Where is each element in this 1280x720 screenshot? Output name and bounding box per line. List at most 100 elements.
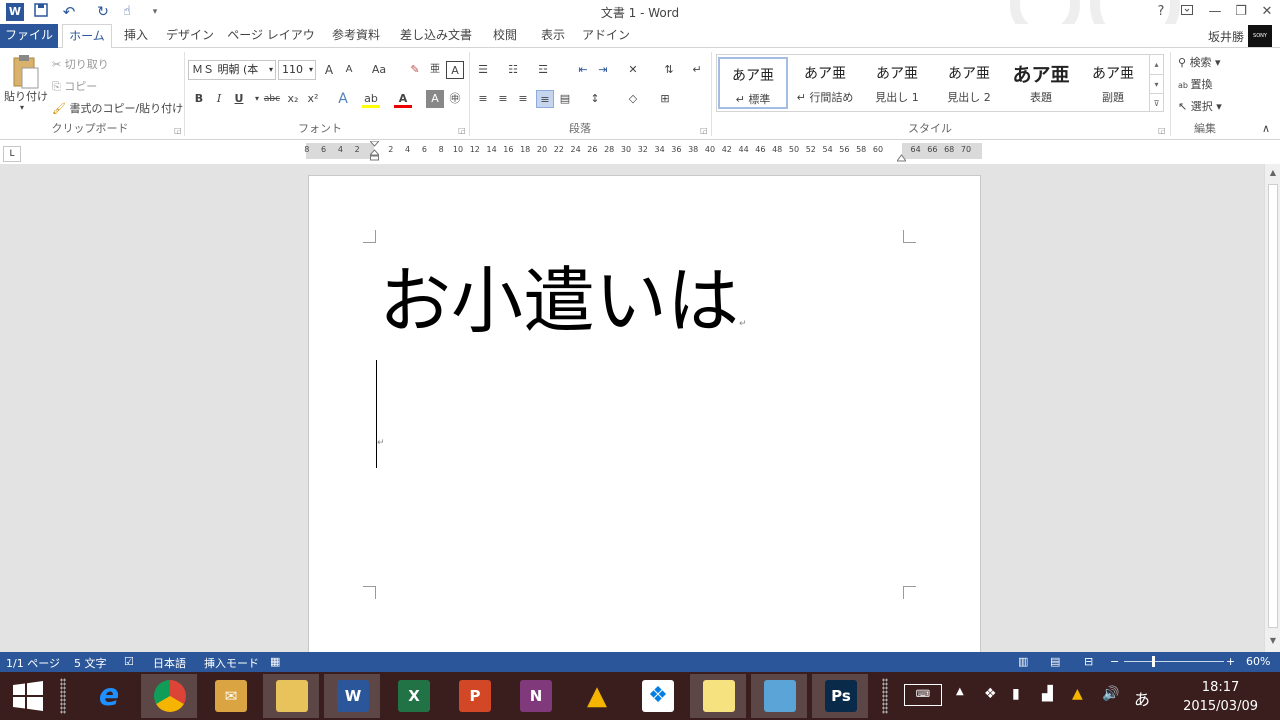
taskbar-sticky-notes[interactable]	[690, 674, 746, 718]
style-normal[interactable]: あア亜 ↵ 標準	[718, 57, 788, 109]
taskbar-word[interactable]: W	[324, 674, 380, 718]
restore-button[interactable]: ❐	[1229, 2, 1253, 22]
clipboard-launcher-icon[interactable]: ◲	[174, 127, 182, 135]
proofing-icon[interactable]: ☑	[124, 655, 134, 668]
taskbar-powerpoint[interactable]: P	[446, 674, 502, 718]
gallery-up-icon[interactable]: ▴	[1149, 55, 1163, 74]
multilevel-list-icon[interactable]: ☲	[534, 61, 552, 79]
tab-references[interactable]: 参考資料	[326, 24, 386, 48]
tab-page-layout[interactable]: ページ レイアウト	[226, 24, 316, 65]
document-body[interactable]: お小遣いは↵	[379, 256, 747, 369]
horizontal-ruler[interactable]: 8 6 4 2 2 4 6 8 10 12 14 16 18 20 22 24 26 28 30 32 34 36 38 40…	[304, 140, 982, 162]
taskbar-remote-desktop[interactable]	[751, 674, 807, 718]
taskbar-photoshop[interactable]: Ps	[812, 674, 868, 718]
asian-layout-icon[interactable]: ✕	[624, 61, 642, 79]
paragraph-launcher-icon[interactable]: ◲	[700, 127, 708, 135]
start-button[interactable]	[12, 681, 44, 711]
zoom-out-icon[interactable]: −	[1110, 655, 1119, 668]
print-layout-icon[interactable]: ▤	[1050, 655, 1060, 668]
subscript-button[interactable]: x₂	[284, 90, 302, 108]
select-button[interactable]: ↖ 選択 ▾	[1178, 98, 1222, 114]
zoom-level[interactable]: 60%	[1246, 655, 1270, 668]
close-button[interactable]: ✕	[1255, 2, 1279, 22]
touch-keyboard-icon[interactable]: ⌨	[904, 684, 942, 706]
grow-font-icon[interactable]: A	[320, 61, 338, 79]
align-left-icon[interactable]: ≡	[474, 90, 492, 108]
show-hidden-icons[interactable]: ▲	[956, 686, 964, 697]
style-heading-1[interactable]: あア亜 見出し 1	[862, 57, 932, 109]
underline-button[interactable]: U	[230, 90, 248, 108]
font-name-combo[interactable]: ＭＳ 明朝 (本 ▾	[188, 60, 276, 80]
ribbon-display-options-icon[interactable]	[1175, 2, 1199, 22]
gallery-more-icon[interactable]: ⊽	[1149, 93, 1163, 112]
tab-view[interactable]: 表示	[534, 24, 572, 48]
align-right-icon[interactable]: ≡	[514, 90, 532, 108]
right-indent-marker-icon[interactable]	[896, 151, 907, 162]
character-border-icon[interactable]: A	[446, 61, 464, 79]
taskbar-internet-explorer[interactable]: e	[80, 674, 136, 718]
style-no-spacing[interactable]: あア亜 ↵ 行間詰め	[790, 57, 860, 109]
google-drive-tray-icon[interactable]: ▲	[1072, 686, 1083, 702]
cut-button[interactable]: ✂ 切り取り	[52, 56, 109, 72]
macro-icon[interactable]: ▦	[270, 655, 280, 668]
highlight-icon[interactable]: ab	[362, 90, 380, 108]
dropbox-tray-icon[interactable]: ❖	[984, 686, 997, 702]
change-case-icon[interactable]: Aa	[366, 61, 392, 79]
word-count[interactable]: 5 文字	[74, 655, 107, 671]
show-marks-icon[interactable]: ↵	[688, 61, 706, 79]
indent-marker-icon[interactable]	[368, 140, 381, 161]
scroll-down-icon[interactable]: ▼	[1265, 634, 1280, 648]
justify-icon[interactable]: ≡	[536, 90, 554, 108]
tab-review[interactable]: 校閲	[486, 24, 524, 48]
clock[interactable]: 18:17 2015/03/09	[1183, 678, 1258, 716]
taskbar-file-explorer[interactable]	[263, 674, 319, 718]
scrollbar-thumb[interactable]	[1268, 184, 1278, 628]
document-page[interactable]: お小遣いは↵ ↵	[308, 175, 981, 652]
font-color-icon[interactable]: A	[394, 90, 412, 108]
borders-icon[interactable]: ⊞	[656, 90, 674, 108]
superscript-button[interactable]: x²	[304, 90, 322, 108]
paste-button[interactable]: 貼り付け	[4, 88, 48, 104]
shrink-font-icon[interactable]: A	[340, 61, 358, 79]
style-title[interactable]: あア亜 表題	[1006, 57, 1076, 109]
scroll-up-icon[interactable]: ▲	[1265, 166, 1280, 180]
decrease-indent-icon[interactable]: ⇤	[574, 61, 592, 79]
battery-icon[interactable]: ▮	[1012, 686, 1020, 702]
zoom-slider-thumb[interactable]	[1152, 656, 1155, 667]
signal-icon[interactable]: ▟	[1042, 686, 1053, 702]
clear-formatting-icon[interactable]: ✎	[406, 61, 424, 79]
copy-button[interactable]: ⎘ コピー	[52, 78, 97, 94]
tab-file[interactable]: ファイル	[0, 24, 58, 48]
font-size-combo[interactable]: 110 ▾	[278, 60, 316, 80]
page-count[interactable]: 1/1 ページ	[6, 655, 60, 671]
taskbar-google-drive[interactable]: ▲	[568, 674, 624, 718]
zoom-slider[interactable]	[1124, 656, 1224, 667]
tab-design[interactable]: デザイン	[164, 24, 216, 48]
increase-indent-icon[interactable]: ⇥	[594, 61, 612, 79]
volume-icon[interactable]: 🔊	[1102, 686, 1119, 702]
style-subtitle[interactable]: あア亜 副題	[1078, 57, 1148, 109]
italic-button[interactable]: I	[210, 90, 228, 108]
tab-addins[interactable]: アドイン	[582, 24, 630, 48]
paste-dropdown-icon[interactable]: ▾	[20, 103, 24, 112]
read-mode-icon[interactable]: ▥	[1018, 655, 1028, 668]
taskbar-dropbox[interactable]: ❖	[629, 674, 685, 718]
minimize-button[interactable]: —	[1203, 2, 1227, 22]
character-shading-icon[interactable]: A	[426, 90, 444, 108]
tab-mailings[interactable]: 差し込み文書	[396, 24, 476, 48]
vertical-scrollbar[interactable]: ▲ ▼	[1264, 164, 1280, 652]
zoom-in-icon[interactable]: +	[1226, 655, 1235, 668]
help-button[interactable]: ?	[1149, 2, 1173, 22]
shading-icon[interactable]: ◇	[624, 90, 642, 108]
taskbar-chrome[interactable]	[141, 674, 197, 718]
styles-launcher-icon[interactable]: ◲	[1158, 127, 1166, 135]
taskbar-mail[interactable]: ✉	[202, 674, 258, 718]
phonetic-guide-icon[interactable]: 亜	[426, 61, 444, 79]
gallery-down-icon[interactable]: ▾	[1149, 74, 1163, 93]
insert-mode[interactable]: 挿入モード	[204, 655, 259, 671]
bold-button[interactable]: B	[190, 90, 208, 108]
tab-home[interactable]: ホーム	[62, 24, 112, 49]
ime-indicator[interactable]: あ	[1134, 686, 1150, 710]
collapse-ribbon-icon[interactable]: ∧	[1262, 122, 1270, 135]
numbering-icon[interactable]: ☷	[504, 61, 522, 79]
